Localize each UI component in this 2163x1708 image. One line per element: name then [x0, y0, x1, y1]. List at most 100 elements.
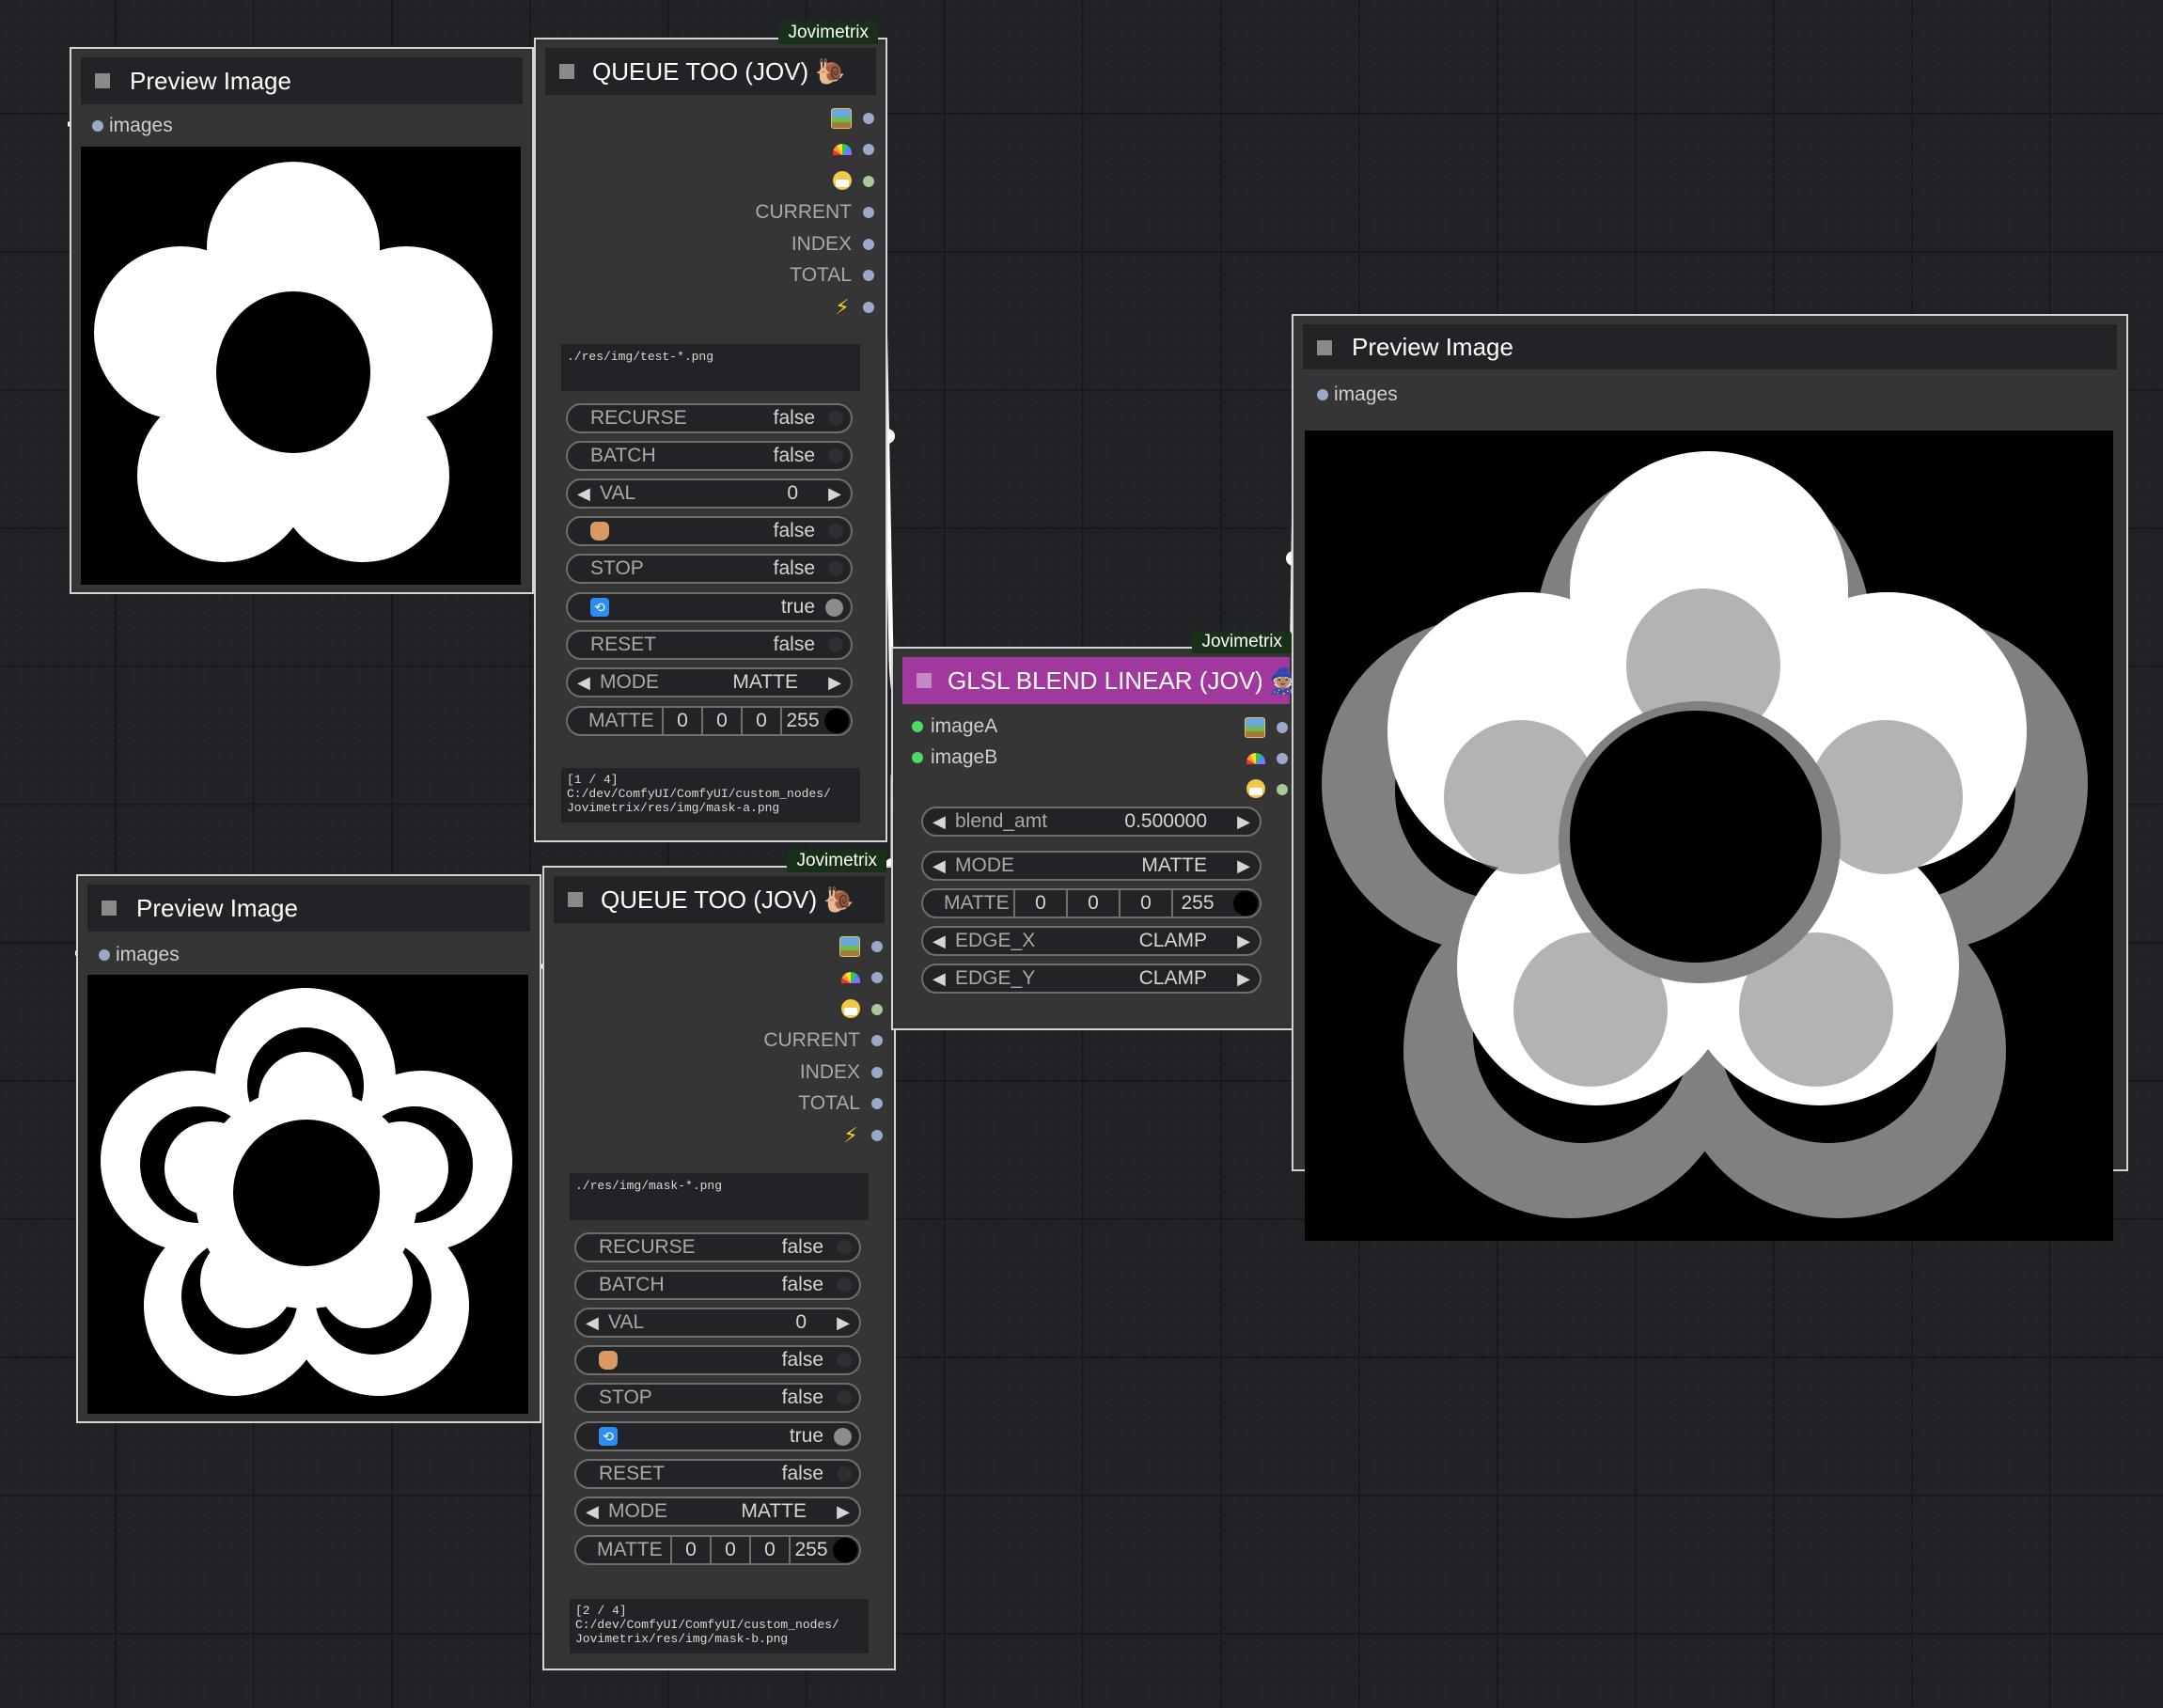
output-slot-image[interactable] [695, 932, 883, 961]
matte-a-value[interactable]: 255 [780, 708, 823, 734]
input-slot-images[interactable]: images [92, 113, 173, 139]
mode-select[interactable]: ◀ MODE MATTE ▶ [566, 667, 853, 697]
output-slot-current[interactable]: CURRENT [695, 1026, 883, 1055]
batch-toggle[interactable]: BATCH false [574, 1270, 861, 1300]
matte-b-value[interactable]: 0 [741, 708, 780, 734]
node-title-bar[interactable]: QUEUE TOO (JOV) 🐌 [554, 876, 885, 923]
collapse-toggle[interactable] [559, 64, 574, 79]
increment-arrow-icon[interactable]: ▶ [828, 480, 841, 507]
output-dot[interactable] [863, 144, 874, 155]
edge-x-select[interactable]: ◀ EDGE_X CLAMP ▶ [921, 926, 1262, 956]
input-dot[interactable] [99, 949, 110, 961]
output-slot-mask[interactable] [695, 995, 883, 1024]
matte-color-swatch[interactable] [1233, 891, 1258, 916]
matte-r-value[interactable]: 0 [662, 708, 701, 734]
output-slot-index[interactable]: INDEX [695, 1058, 883, 1087]
node-title-bar[interactable]: Preview Image [81, 57, 523, 104]
output-slot-index[interactable]: INDEX [686, 230, 874, 259]
queue-textbox[interactable]: ./res/img/test-*.png [561, 344, 860, 391]
matte-color-input[interactable]: MATTE 0 0 0 255 [566, 706, 853, 736]
next-arrow-icon[interactable]: ▶ [1237, 965, 1250, 992]
decrement-arrow-icon[interactable]: ◀ [933, 808, 946, 835]
matte-color-swatch[interactable] [833, 1538, 857, 1562]
loop-toggle[interactable]: ⟲ true [566, 592, 853, 622]
output-dot[interactable] [871, 1004, 883, 1015]
stop-toggle[interactable]: STOP false [566, 554, 853, 584]
prev-arrow-icon[interactable]: ◀ [933, 928, 946, 954]
output-dot[interactable] [863, 207, 874, 218]
collapse-toggle[interactable] [917, 673, 932, 688]
mode-select[interactable]: ◀ MODE MATTE ▶ [574, 1496, 861, 1527]
blend-amt-slider[interactable]: ◀ blend_amt 0.500000 ▶ [921, 807, 1262, 837]
stop-toggle[interactable]: STOP false [574, 1383, 861, 1413]
hold-toggle[interactable]: false [566, 516, 853, 546]
output-dot[interactable] [871, 1067, 883, 1078]
matte-color-input[interactable]: MATTE 0 0 0 255 [574, 1535, 861, 1565]
edge-y-select[interactable]: ◀ EDGE_Y CLAMP ▶ [921, 964, 1262, 994]
output-dot[interactable] [1277, 722, 1288, 733]
output-dot[interactable] [871, 972, 883, 983]
preview-image-node-top-left[interactable]: Preview Image images [70, 47, 534, 594]
input-dot[interactable] [912, 752, 923, 763]
output-dot[interactable] [863, 113, 874, 124]
input-dot[interactable] [912, 721, 923, 732]
output-dot[interactable] [871, 1035, 883, 1046]
prev-arrow-icon[interactable]: ◀ [577, 669, 590, 696]
collapse-toggle[interactable] [102, 901, 117, 916]
glsl-blend-linear-node[interactable]: Jovimetrix GLSL BLEND LINEAR (JOV) 🧙🏽 im… [891, 631, 1301, 1030]
output-dot[interactable] [871, 1098, 883, 1109]
output-dot[interactable] [863, 176, 874, 187]
queue-too-node-b[interactable]: Jovimetrix QUEUE TOO (JOV) 🐌 CURRENT IND… [542, 850, 896, 1670]
reset-toggle[interactable]: RESET false [574, 1459, 861, 1489]
matte-color-input[interactable]: MATTE 0 0 0 255 [921, 888, 1262, 918]
output-dot[interactable] [863, 239, 874, 250]
input-dot[interactable] [92, 120, 103, 132]
matte-g-value[interactable]: 0 [710, 1537, 749, 1563]
loop-toggle[interactable]: ⟲ true [574, 1421, 861, 1451]
val-number-input[interactable]: ◀ VAL 0 ▶ [566, 478, 853, 509]
matte-a-value[interactable]: 255 [1171, 890, 1222, 917]
output-dot[interactable] [871, 1130, 883, 1141]
matte-color-swatch[interactable] [824, 709, 849, 733]
mode-select[interactable]: ◀ MODE MATTE ▶ [921, 851, 1262, 881]
output-slot-rgb[interactable] [695, 964, 883, 992]
input-slot-images[interactable]: images [99, 942, 180, 968]
increment-arrow-icon[interactable]: ▶ [1237, 808, 1250, 835]
input-slot-images[interactable]: images [1317, 382, 1398, 408]
matte-b-value[interactable]: 0 [1119, 890, 1171, 917]
prev-arrow-icon[interactable]: ◀ [586, 1498, 599, 1525]
output-dot[interactable] [1277, 753, 1288, 764]
output-slot-total[interactable]: TOTAL [695, 1089, 883, 1118]
output-dot[interactable] [863, 302, 874, 313]
queue-textbox[interactable]: ./res/img/mask-*.png [570, 1173, 869, 1220]
output-dot[interactable] [863, 270, 874, 281]
recurse-toggle[interactable]: RECURSE false [566, 403, 853, 433]
output-slot-total[interactable]: TOTAL [686, 261, 874, 290]
node-title-bar[interactable]: Preview Image [1303, 324, 2117, 369]
node-title-bar[interactable]: GLSL BLEND LINEAR (JOV) 🧙🏽 [902, 657, 1300, 704]
recurse-toggle[interactable]: RECURSE false [574, 1232, 861, 1262]
output-slot-trigger[interactable]: ⚡ [695, 1121, 883, 1150]
next-arrow-icon[interactable]: ▶ [1237, 928, 1250, 954]
output-slot-image[interactable] [686, 104, 874, 133]
output-slot-trigger[interactable]: ⚡ [686, 293, 874, 321]
input-slot-imageB[interactable]: imageB [912, 744, 997, 771]
output-dot[interactable] [871, 941, 883, 952]
next-arrow-icon[interactable]: ▶ [1237, 853, 1250, 879]
next-arrow-icon[interactable]: ▶ [837, 1498, 850, 1525]
input-dot[interactable] [1317, 389, 1328, 400]
output-dot[interactable] [1277, 784, 1288, 795]
preview-image-node-right[interactable]: Preview Image images [1292, 314, 2128, 1241]
output-slot-mask[interactable] [686, 167, 874, 196]
next-arrow-icon[interactable]: ▶ [828, 669, 841, 696]
preview-image-node-bottom-left[interactable]: Preview Image images [76, 874, 541, 1423]
collapse-toggle[interactable] [568, 892, 583, 907]
prev-arrow-icon[interactable]: ◀ [933, 965, 946, 992]
output-slot-rgb[interactable] [1100, 744, 1288, 773]
matte-g-value[interactable]: 0 [701, 708, 741, 734]
node-title-bar[interactable]: QUEUE TOO (JOV) 🐌 [545, 48, 876, 95]
collapse-toggle[interactable] [95, 73, 110, 88]
decrement-arrow-icon[interactable]: ◀ [586, 1309, 599, 1336]
matte-b-value[interactable]: 0 [749, 1537, 789, 1563]
matte-g-value[interactable]: 0 [1066, 890, 1119, 917]
